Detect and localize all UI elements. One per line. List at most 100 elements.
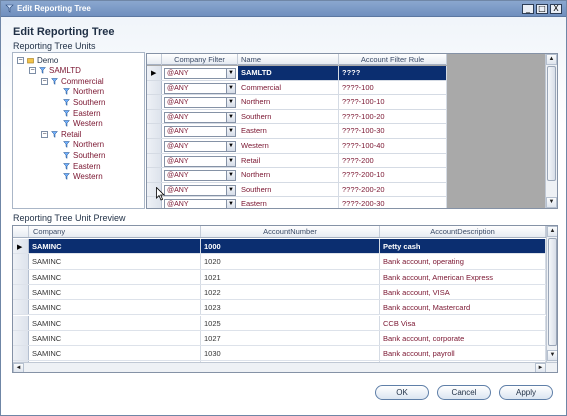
company-filter-combo[interactable]: @ANY ▼ <box>164 184 236 196</box>
row-header[interactable] <box>13 269 29 284</box>
units-grid-row[interactable]: @ANY ▼ Southern ????-100-20 <box>147 109 447 125</box>
account-number-cell[interactable]: 1027 <box>201 330 380 346</box>
tree-node[interactable]: − SAMLTD <box>29 66 81 76</box>
unit-name-cell[interactable]: Southern <box>238 109 339 124</box>
tree-node[interactable]: − Retail <box>41 129 81 139</box>
row-header[interactable] <box>13 315 29 330</box>
tree-node[interactable]: Northern <box>53 140 104 150</box>
column-company[interactable]: Company <box>29 226 201 237</box>
row-header[interactable] <box>13 254 29 269</box>
company-cell[interactable]: SAMINC <box>29 239 201 254</box>
row-header[interactable] <box>13 284 29 300</box>
company-filter-combo[interactable]: @ANY ▼ <box>164 170 236 182</box>
company-cell[interactable]: SAMINC <box>29 284 201 300</box>
account-filter-rule-cell[interactable]: ????-100 <box>339 80 447 95</box>
unit-name-cell[interactable]: Eastern <box>238 197 339 208</box>
close-button[interactable]: X <box>550 4 562 14</box>
reporting-tree[interactable]: − Demo − SAMLTD − Commercial Northern Southern E… <box>12 52 145 209</box>
maximize-button[interactable]: □ <box>536 4 548 14</box>
units-grid-row[interactable]: @ANY ▼ Western ????-100-40 <box>147 139 447 154</box>
tree-node[interactable]: Eastern <box>53 108 101 118</box>
scroll-thumb[interactable] <box>548 238 557 346</box>
company-filter-combo[interactable]: @ANY ▼ <box>164 82 236 94</box>
collapse-toggle-icon[interactable]: − <box>17 56 24 64</box>
tree-node[interactable]: Northern <box>53 87 104 97</box>
column-company-filter[interactable]: Company Filter <box>162 54 238 65</box>
unit-name-cell[interactable]: Western <box>238 139 339 153</box>
company-filter-combo[interactable]: @ANY ▼ <box>164 97 236 109</box>
scroll-right-button[interactable]: ► <box>535 363 546 372</box>
scroll-down-button[interactable]: ▼ <box>546 197 557 208</box>
row-header[interactable] <box>147 80 162 95</box>
account-description-cell[interactable]: Bank account, VISA <box>380 284 546 300</box>
collapse-toggle-icon[interactable]: − <box>29 67 36 75</box>
row-header[interactable] <box>13 300 29 315</box>
preview-grid-row[interactable]: ▶ SAMINC 1000 Petty cash <box>13 239 546 255</box>
preview-grid-row[interactable]: SAMINC 1030 Bank account, payroll <box>13 346 546 362</box>
column-name[interactable]: Name <box>238 54 339 65</box>
account-number-cell[interactable]: 1000 <box>201 239 380 254</box>
company-cell[interactable]: SAMINC <box>29 269 201 284</box>
scroll-down-button[interactable]: ▼ <box>547 350 557 361</box>
account-filter-rule-cell[interactable]: ???? <box>339 66 447 80</box>
account-description-cell[interactable]: Petty cash <box>380 239 546 254</box>
tree-node[interactable]: − Demo <box>17 55 58 65</box>
tree-node[interactable]: Southern <box>53 150 105 160</box>
units-grid-vertical-scrollbar[interactable]: ▲ ▼ <box>545 54 557 208</box>
preview-grid-row[interactable]: SAMINC 1022 Bank account, VISA <box>13 284 546 301</box>
account-number-cell[interactable]: 1025 <box>201 315 380 330</box>
company-cell[interactable]: SAMINC <box>29 315 201 330</box>
chevron-down-icon[interactable]: ▼ <box>226 98 235 108</box>
unit-name-cell[interactable]: Eastern <box>238 124 339 138</box>
preview-grid[interactable]: Company AccountNumber AccountDescription… <box>12 225 558 373</box>
company-cell[interactable]: SAMINC <box>29 330 201 346</box>
chevron-down-icon[interactable]: ▼ <box>226 112 235 122</box>
preview-grid-row[interactable]: SAMINC 1020 Bank account, operating <box>13 254 546 270</box>
unit-name-cell[interactable]: Southern <box>238 182 339 197</box>
chevron-down-icon[interactable]: ▼ <box>226 83 235 93</box>
company-cell[interactable]: SAMINC <box>29 254 201 269</box>
account-filter-rule-cell[interactable]: ????-200 <box>339 153 447 168</box>
account-filter-rule-cell[interactable]: ????-100-10 <box>339 95 447 109</box>
chevron-down-icon[interactable]: ▼ <box>226 200 235 208</box>
units-grid-row[interactable]: @ANY ▼ Commercial ????-100 <box>147 80 447 96</box>
scroll-left-button[interactable]: ◄ <box>13 363 24 372</box>
chevron-down-icon[interactable]: ▼ <box>226 185 235 195</box>
units-grid-row[interactable]: ▶ @ANY ▼ SAMLTD???? <box>147 66 447 81</box>
row-header[interactable] <box>147 139 162 153</box>
unit-name-cell[interactable]: Retail <box>238 153 339 168</box>
row-header[interactable] <box>147 95 162 109</box>
scroll-up-button[interactable]: ▲ <box>546 54 557 65</box>
tree-node[interactable]: Southern <box>53 97 105 107</box>
units-grid-row[interactable]: @ANY ▼ Retail ????-200 <box>147 153 447 169</box>
units-grid[interactable]: Company Filter Name Account Filter Rule … <box>146 53 558 209</box>
units-grid-row[interactable]: @ANY ▼ Northern ????-100-10 <box>147 95 447 110</box>
preview-grid-row[interactable]: SAMINC 1025 CCB Visa <box>13 315 546 331</box>
tree-node[interactable]: Eastern <box>53 161 101 171</box>
company-cell[interactable]: SAMINC <box>29 300 201 315</box>
account-number-cell[interactable]: 1023 <box>201 300 380 315</box>
account-description-cell[interactable]: CCB Visa <box>380 315 546 330</box>
row-header[interactable] <box>147 168 162 182</box>
title-bar[interactable]: Edit Reporting Tree _ □ X <box>1 1 566 17</box>
row-header[interactable] <box>147 153 162 168</box>
company-filter-combo[interactable]: @ANY ▼ <box>164 155 236 167</box>
chevron-down-icon[interactable]: ▼ <box>226 171 235 181</box>
company-filter-combo[interactable]: @ANY ▼ <box>164 68 236 79</box>
company-filter-combo[interactable]: @ANY ▼ <box>164 141 236 152</box>
scroll-up-button[interactable]: ▲ <box>547 226 557 237</box>
account-filter-rule-cell[interactable]: ????-100-40 <box>339 139 447 153</box>
unit-name-cell[interactable]: SAMLTD <box>238 66 339 80</box>
account-filter-rule-cell[interactable]: ????-200-30 <box>339 197 447 208</box>
tree-node[interactable]: Western <box>53 172 103 182</box>
account-description-cell[interactable]: Bank account, corporate <box>380 330 546 346</box>
units-grid-row[interactable]: @ANY ▼ Eastern ????-200-30 <box>147 197 447 208</box>
units-grid-row[interactable]: @ANY ▼ Southern ????-200-20 <box>147 182 447 198</box>
company-filter-combo[interactable]: @ANY ▼ <box>164 126 236 138</box>
company-filter-combo[interactable]: @ANY ▼ <box>164 199 236 208</box>
preview-grid-row[interactable]: SAMINC 1021 Bank account, American Express <box>13 269 546 285</box>
account-number-cell[interactable]: 1021 <box>201 269 380 284</box>
unit-name-cell[interactable]: Northern <box>238 95 339 109</box>
preview-grid-vertical-scrollbar[interactable]: ▲ ▼ <box>546 226 557 362</box>
ok-button[interactable]: OK <box>375 385 429 400</box>
